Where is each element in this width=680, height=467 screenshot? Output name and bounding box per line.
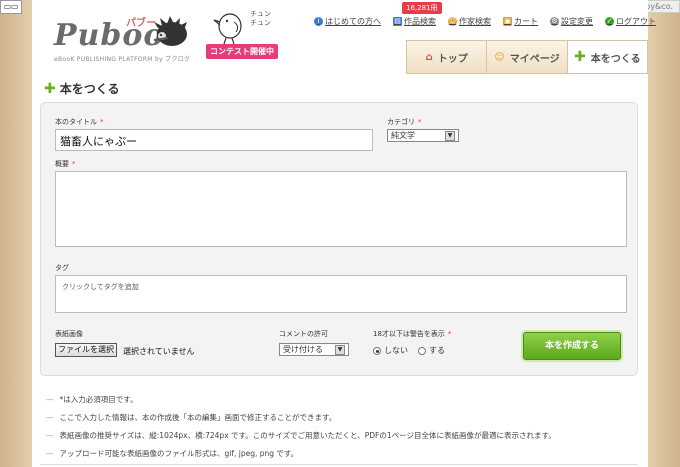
tab-mypage[interactable]: ☺ マイページ xyxy=(487,41,568,73)
top-navigation: i はじめての方へ ▤ 作品検索 ☺ 作家検索 ▣ カート ⚙ 設定変更 ✓ ロ… xyxy=(314,16,656,27)
check-icon: ✓ xyxy=(605,17,614,26)
right-background-band xyxy=(648,0,680,467)
note-text: *は入力必須項目です。 xyxy=(59,394,138,404)
comment-value: 受け付ける xyxy=(283,345,323,354)
title-label: 本のタイトル * xyxy=(55,117,104,127)
nav-label: ログアウト xyxy=(616,17,656,26)
required-mark: * xyxy=(418,118,422,126)
category-select[interactable]: 純文学 ▼ xyxy=(387,129,459,142)
book-search-icon: ▤ xyxy=(393,17,402,26)
divider xyxy=(40,464,638,465)
bird-mascot-icon xyxy=(213,13,242,45)
note-text: アップロード可能な表紙画像のファイル形式は、gif, jpeg, png です。 xyxy=(59,448,299,458)
cover-label: 表紙画像 xyxy=(55,330,83,338)
nav-author-search-link[interactable]: ☺ 作家検索 xyxy=(448,16,491,27)
nav-label: はじめての方へ xyxy=(325,17,381,26)
required-mark: * xyxy=(447,330,452,338)
warning-radio-group: しない する xyxy=(373,345,445,356)
category-label-text: カテゴリ xyxy=(387,118,415,126)
list-item: — アップロード可能な表紙画像のファイル形式は、gif, jpeg, png です… xyxy=(46,444,626,462)
radio-yes-label: する xyxy=(429,346,445,355)
info-icon: i xyxy=(314,17,323,26)
summary-textarea[interactable] xyxy=(55,171,627,247)
title-input[interactable]: 猫畜人にゃぷー xyxy=(55,129,373,151)
comment-label: コメントの許可 xyxy=(279,330,328,338)
book-count-badge: 16,281冊 xyxy=(402,2,442,14)
nav-label: カート xyxy=(514,17,538,26)
left-background-band xyxy=(0,0,32,467)
dash-icon: — xyxy=(46,430,54,440)
note-text: ここで入力した情報は、本の作成後「本の編集」画面で修正することができます。 xyxy=(59,412,337,422)
nav-logout-link[interactable]: ✓ ログアウト xyxy=(605,16,656,27)
comment-select[interactable]: 受け付ける ▼ xyxy=(279,343,349,356)
nav-cart-link[interactable]: ▣ カート xyxy=(503,16,538,27)
dash-icon: — xyxy=(46,412,54,422)
tab-label: 本をつくる xyxy=(590,53,641,65)
notes-list: — *は入力必須項目です。 — ここで入力した情報は、本の作成後「本の編集」画面で修… xyxy=(46,390,626,462)
category-value: 純文学 xyxy=(391,131,415,140)
required-mark: * xyxy=(72,160,76,168)
page-title: ✚ 本をつくる xyxy=(44,80,120,97)
nav-book-search-link[interactable]: ▤ 作品検索 xyxy=(393,16,436,27)
nav-settings-link[interactable]: ⚙ 設定変更 xyxy=(550,16,593,27)
summary-label: 概要 * xyxy=(55,159,76,169)
nav-beginners-link[interactable]: i はじめての方へ xyxy=(314,16,381,27)
house-icon: ⌂ xyxy=(425,51,433,63)
main-tabs: ⌂ トップ ☺ マイページ ✚ 本をつくる xyxy=(406,40,648,74)
required-mark: * xyxy=(100,118,104,126)
list-item: — ここで入力した情報は、本の作成後「本の編集」画面で修正することができます。 xyxy=(46,408,626,426)
create-book-form: 本のタイトル * 猫畜人にゃぷー カテゴリ * 純文学 ▼ 概要 * タグ クリックし… xyxy=(40,102,638,376)
choose-file-button[interactable]: ファイルを選択 xyxy=(55,343,117,357)
bird-caption: チュン チュン xyxy=(250,10,271,27)
gear-icon: ⚙ xyxy=(550,17,559,26)
tab-top[interactable]: ⌂ トップ xyxy=(407,41,488,73)
author-search-icon: ☺ xyxy=(448,17,457,26)
nav-label: 作家検索 xyxy=(459,17,491,26)
tab-create-book[interactable]: ✚ 本をつくる xyxy=(567,41,647,73)
tag-input[interactable]: クリックしてタグを追加 xyxy=(55,275,627,313)
file-status: 選択されていません xyxy=(123,347,195,356)
page-title-text: 本をつくる xyxy=(59,82,120,96)
radio-no-label: しない xyxy=(384,346,408,355)
chevron-down-icon: ▼ xyxy=(335,344,345,355)
nav-label: 設定変更 xyxy=(561,17,593,26)
note-text: 表紙画像の推奨サイズは、縦:1024px、横:724px です。このサイズでご用… xyxy=(59,430,556,440)
radio-no[interactable]: しない xyxy=(373,345,408,356)
cart-icon: ▣ xyxy=(503,17,512,26)
nav-label: 作品検索 xyxy=(404,17,436,26)
radio-yes[interactable]: する xyxy=(418,345,445,356)
puboo-logo[interactable]: Puboo パブー eBooK PUBLISHING PLATFORM by ブ… xyxy=(54,12,190,64)
title-label-text: 本のタイトル xyxy=(55,118,97,126)
smiley-icon: ☺ xyxy=(494,51,505,63)
warning-label-text: 18才以下は警告を表示 xyxy=(373,330,445,338)
book-icon: ▭▭ xyxy=(0,0,22,14)
logo-subtitle: eBooK PUBLISHING PLATFORM by ブクログ xyxy=(54,56,191,63)
radio-unselected-icon xyxy=(418,346,426,355)
tab-label: マイページ xyxy=(509,53,560,65)
dash-icon: — xyxy=(46,394,54,404)
tab-label: トップ xyxy=(437,53,468,65)
warning-label: 18才以下は警告を表示 * xyxy=(373,329,451,339)
create-book-button[interactable]: 本を作成する xyxy=(523,332,621,360)
plus-icon: ✚ xyxy=(574,49,586,65)
radio-selected-icon xyxy=(373,346,381,355)
list-item: — 表紙画像の推奨サイズは、縦:1024px、横:724px です。このサイズでご… xyxy=(46,426,626,444)
plus-icon: ✚ xyxy=(44,80,56,97)
tag-label: タグ xyxy=(55,264,69,272)
contest-badge[interactable]: コンテスト開催中 xyxy=(206,44,278,59)
dash-icon: — xyxy=(46,448,54,458)
summary-label-text: 概要 xyxy=(55,160,69,168)
chevron-down-icon: ▼ xyxy=(445,130,455,141)
hedgehog-icon xyxy=(153,16,187,46)
list-item: — *は入力必須項目です。 xyxy=(46,390,626,408)
category-label: カテゴリ * xyxy=(387,117,422,127)
